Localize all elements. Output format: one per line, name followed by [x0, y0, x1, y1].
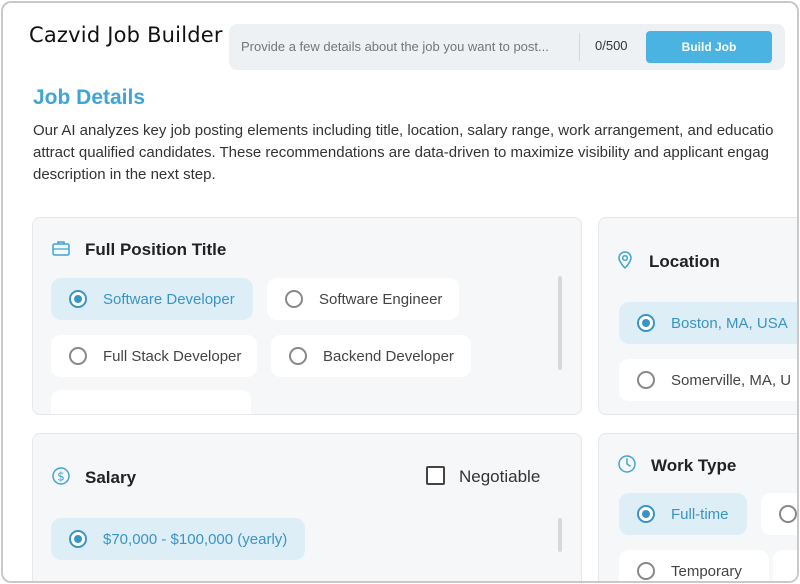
radio-button [779, 505, 797, 523]
position-title: Full Position Title [85, 240, 227, 259]
character-counter: 0/500 [595, 38, 628, 53]
location-option[interactable]: Boston, MA, USA [619, 302, 797, 344]
location-option[interactable]: Somerville, MA, U [619, 359, 797, 401]
position-option[interactable]: Software Engineer [267, 278, 459, 320]
radio-button [637, 314, 655, 332]
dollar-icon: $ [52, 467, 70, 485]
option-label: Software Developer [103, 290, 235, 308]
work-type-card: Work Type Full-time Temporary [598, 433, 797, 581]
option-label: Temporary [671, 562, 742, 580]
position-option[interactable]: Full Stack Developer [51, 335, 257, 377]
option-label: Somerville, MA, U [671, 371, 792, 389]
option-label: Software Engineer [319, 290, 443, 308]
option-label: Boston, MA, USA [671, 314, 788, 332]
radio-button [637, 371, 655, 389]
position-option-partial[interactable] [51, 390, 251, 414]
salary-option[interactable]: $70,000 - $100,000 (yearly) [51, 518, 305, 560]
position-card: Full Position Title Software Developer S… [32, 217, 582, 415]
radio-button [69, 290, 87, 308]
salary-card: $ Salary Negotiable $70,000 - $100,000 (… [32, 433, 582, 581]
radio-button [69, 530, 87, 548]
app-title: Cazvid Job Builder [29, 23, 223, 47]
work-type-option-partial[interactable] [773, 550, 797, 581]
radio-button [289, 347, 307, 365]
build-job-button[interactable]: Build Job [646, 31, 772, 63]
work-type-option[interactable]: Full-time [619, 493, 747, 535]
scrollbar[interactable] [558, 518, 562, 552]
section-description: Our AI analyzes key job posting elements… [33, 122, 774, 183]
salary-title: Salary [85, 468, 137, 487]
map-pin-icon [618, 251, 632, 270]
position-option[interactable]: Backend Developer [271, 335, 471, 377]
prompt-bar: 0/500 Build Job [229, 24, 785, 70]
option-label: Full Stack Developer [103, 347, 242, 365]
radio-button [637, 505, 655, 523]
work-type-option-partial[interactable] [761, 493, 797, 535]
negotiable-checkbox[interactable] [426, 466, 445, 485]
work-type-option[interactable]: Temporary [619, 550, 769, 581]
svg-text:$: $ [57, 470, 65, 484]
scrollbar[interactable] [558, 276, 562, 370]
radio-button [69, 347, 87, 365]
option-label: Full-time [671, 505, 729, 523]
clock-icon [618, 455, 636, 473]
position-option[interactable]: Software Developer [51, 278, 253, 320]
option-label: $70,000 - $100,000 (yearly) [103, 530, 288, 548]
prompt-divider [579, 33, 580, 61]
work-type-title: Work Type [651, 456, 737, 475]
negotiable-label: Negotiable [459, 467, 541, 486]
location-title: Location [649, 252, 720, 271]
option-label: Backend Developer [323, 347, 454, 365]
section-title: Job Details [33, 86, 146, 109]
radio-button [637, 562, 655, 580]
job-prompt-input[interactable] [241, 36, 581, 58]
app-window: Cazvid Job Builder 0/500 Build Job Job D… [1, 1, 799, 583]
briefcase-icon [52, 241, 70, 256]
location-card: Location Boston, MA, USA Somerville, MA,… [598, 217, 797, 415]
radio-button [285, 290, 303, 308]
